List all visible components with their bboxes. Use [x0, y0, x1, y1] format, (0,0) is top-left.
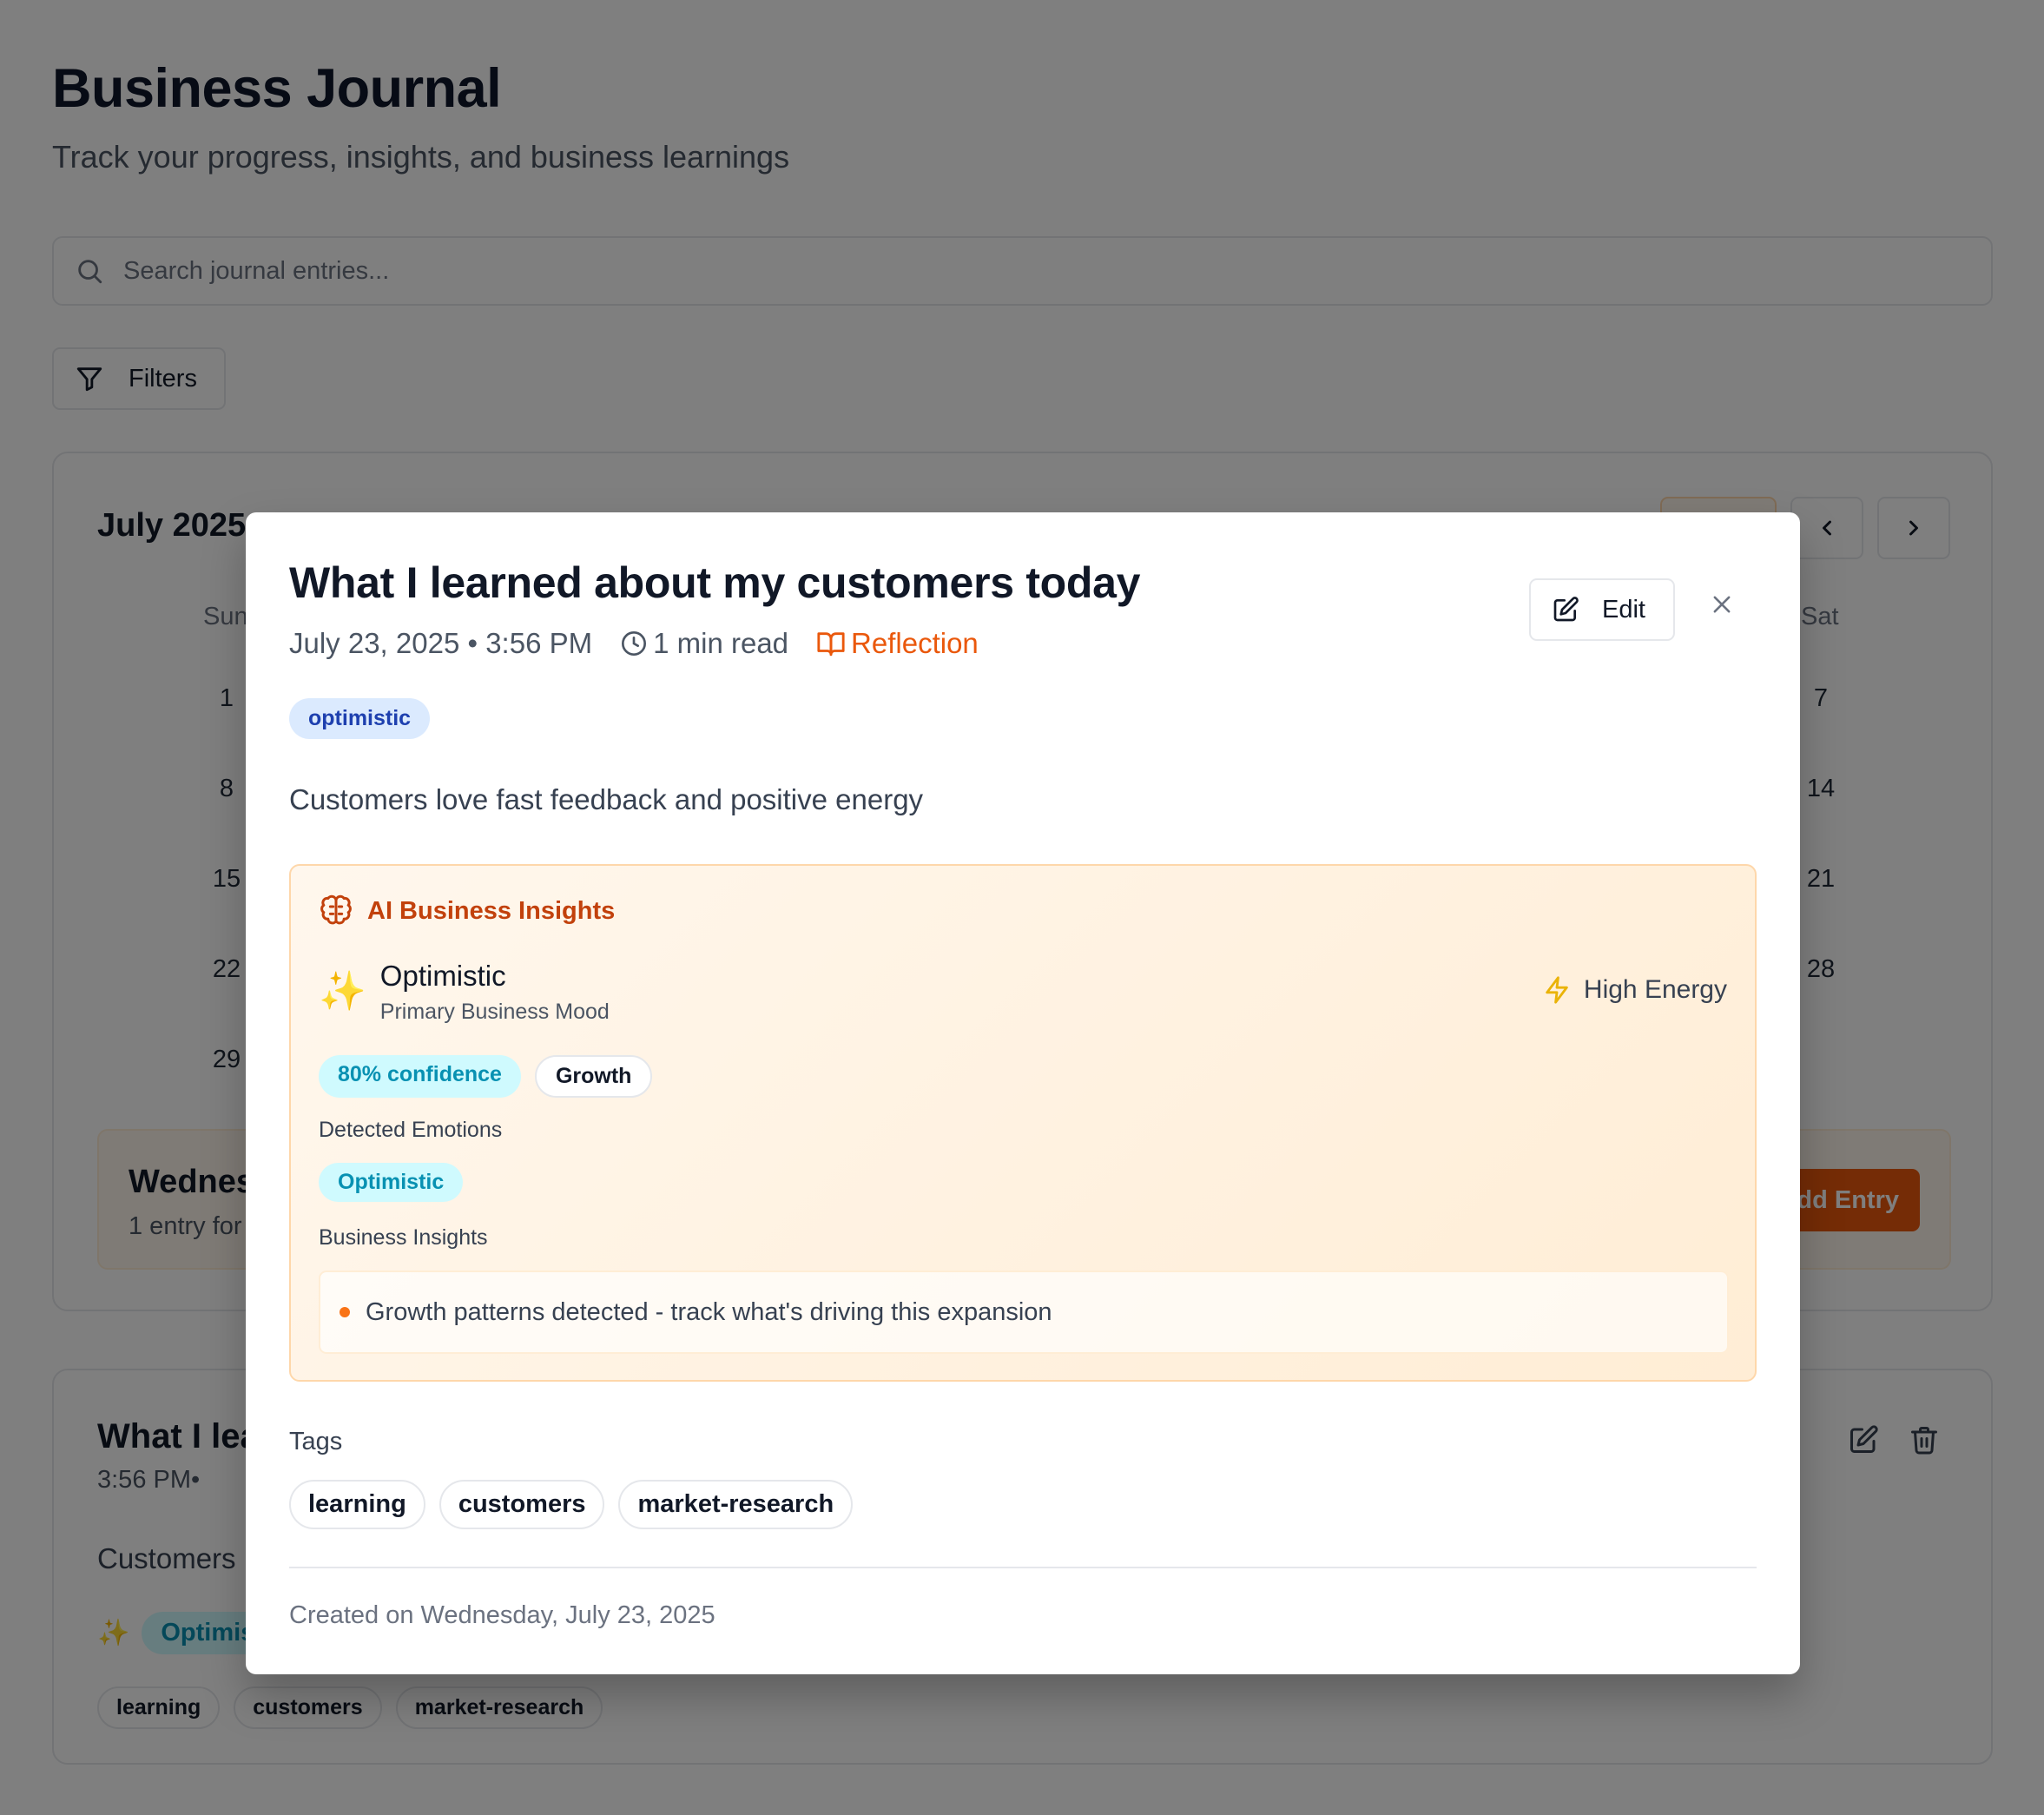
close-button[interactable] [1704, 587, 1739, 622]
close-icon [1713, 596, 1731, 613]
edit-button[interactable]: Edit [1529, 578, 1675, 641]
tags-label: Tags [289, 1428, 343, 1455]
mood-badge: optimistic [289, 698, 431, 739]
confidence-badge: 80% confidence [319, 1055, 521, 1098]
tag[interactable]: market-research [618, 1480, 854, 1529]
edit-label: Edit [1602, 595, 1645, 624]
category-badge: Growth [534, 1055, 653, 1098]
mood-name: Optimistic [379, 960, 506, 992]
modal-title: What I learned about my customers today [289, 558, 1141, 607]
insight-text: Growth patterns detected - track what's … [366, 1297, 1052, 1326]
energy-label: High Energy [1583, 975, 1727, 1004]
modal-meta: July 23, 2025 • 3:56 PM 1 min read Refle… [289, 627, 979, 660]
ai-insights-heading: AI Business Insights [319, 894, 615, 928]
entry-detail-modal: What I learned about my customers today … [246, 512, 1800, 1674]
modal-tags: learning customers market-research [289, 1480, 854, 1529]
energy-indicator: High Energy [1542, 975, 1727, 1005]
tag[interactable]: customers [438, 1480, 605, 1529]
edit-icon [1553, 597, 1579, 622]
emotion-badge: Optimistic [319, 1163, 464, 1202]
created-date: Created on Wednesday, July 23, 2025 [289, 1601, 715, 1629]
primary-mood: ✨ Optimistic Primary Business Mood [319, 960, 610, 1025]
read-time: 1 min read [653, 627, 789, 659]
mood-caption: Primary Business Mood [379, 1000, 610, 1024]
entry-date: July 23, 2025 • 3:56 PM [289, 627, 593, 659]
insight-item: Growth patterns detected - track what's … [319, 1270, 1729, 1354]
divider [289, 1567, 1757, 1568]
book-open-icon [817, 632, 845, 657]
brain-icon [320, 894, 352, 925]
ai-insights-panel: AI Business Insights ✨ Optimistic Primar… [289, 864, 1757, 1382]
clock-icon [622, 631, 647, 656]
sparkles-icon: ✨ [319, 970, 366, 1013]
zap-icon [1546, 976, 1568, 1004]
entry-content: Customers love fast feedback and positiv… [289, 783, 924, 815]
ai-heading-label: AI Business Insights [367, 896, 616, 925]
confidence-row: 80% confidence Growth [319, 1055, 653, 1098]
bullet-icon [340, 1307, 350, 1317]
emotions-label: Detected Emotions [319, 1118, 503, 1142]
tag[interactable]: learning [289, 1480, 425, 1529]
insights-label: Business Insights [319, 1225, 488, 1250]
entry-category: Reflection [851, 627, 979, 659]
